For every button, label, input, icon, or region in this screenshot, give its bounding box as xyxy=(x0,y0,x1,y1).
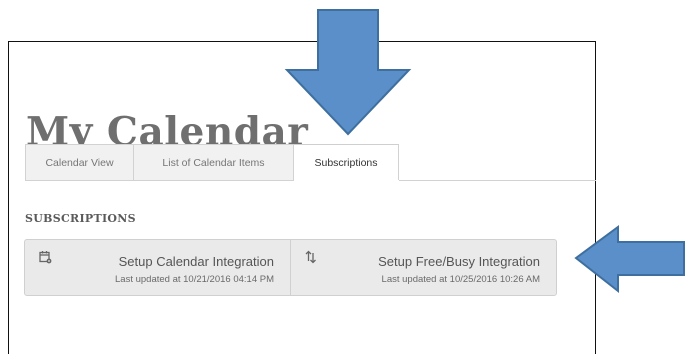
calendar-integration-last-updated: Last updated at 10/21/2016 04:14 PM xyxy=(115,274,274,285)
tab-calendar-view[interactable]: Calendar View xyxy=(25,144,133,181)
tab-divider-gap xyxy=(294,180,399,181)
subscriptions-panel: Setup Calendar Integration Last updated … xyxy=(24,239,557,296)
down-arrow-annotation xyxy=(284,9,412,136)
setup-free-busy-integration-button[interactable]: Setup Free/Busy Integration Last updated… xyxy=(291,240,556,295)
tab-list-of-calendar-items[interactable]: List of Calendar Items xyxy=(133,144,293,181)
setup-calendar-integration-button[interactable]: Setup Calendar Integration Last updated … xyxy=(25,240,291,295)
tab-subscriptions[interactable]: Subscriptions xyxy=(293,144,399,181)
setup-calendar-integration-label: Setup Calendar Integration xyxy=(118,254,274,269)
free-busy-integration-last-updated: Last updated at 10/25/2016 10:26 AM xyxy=(381,274,540,285)
sync-arrows-icon xyxy=(305,250,317,266)
subscriptions-heading: SUBSCRIPTIONS xyxy=(25,212,136,225)
setup-free-busy-integration-label: Setup Free/Busy Integration xyxy=(378,254,540,269)
tab-bar: Calendar View List of Calendar Items Sub… xyxy=(25,144,399,181)
left-arrow-annotation xyxy=(574,225,685,294)
calendar-settings-icon xyxy=(39,250,52,266)
